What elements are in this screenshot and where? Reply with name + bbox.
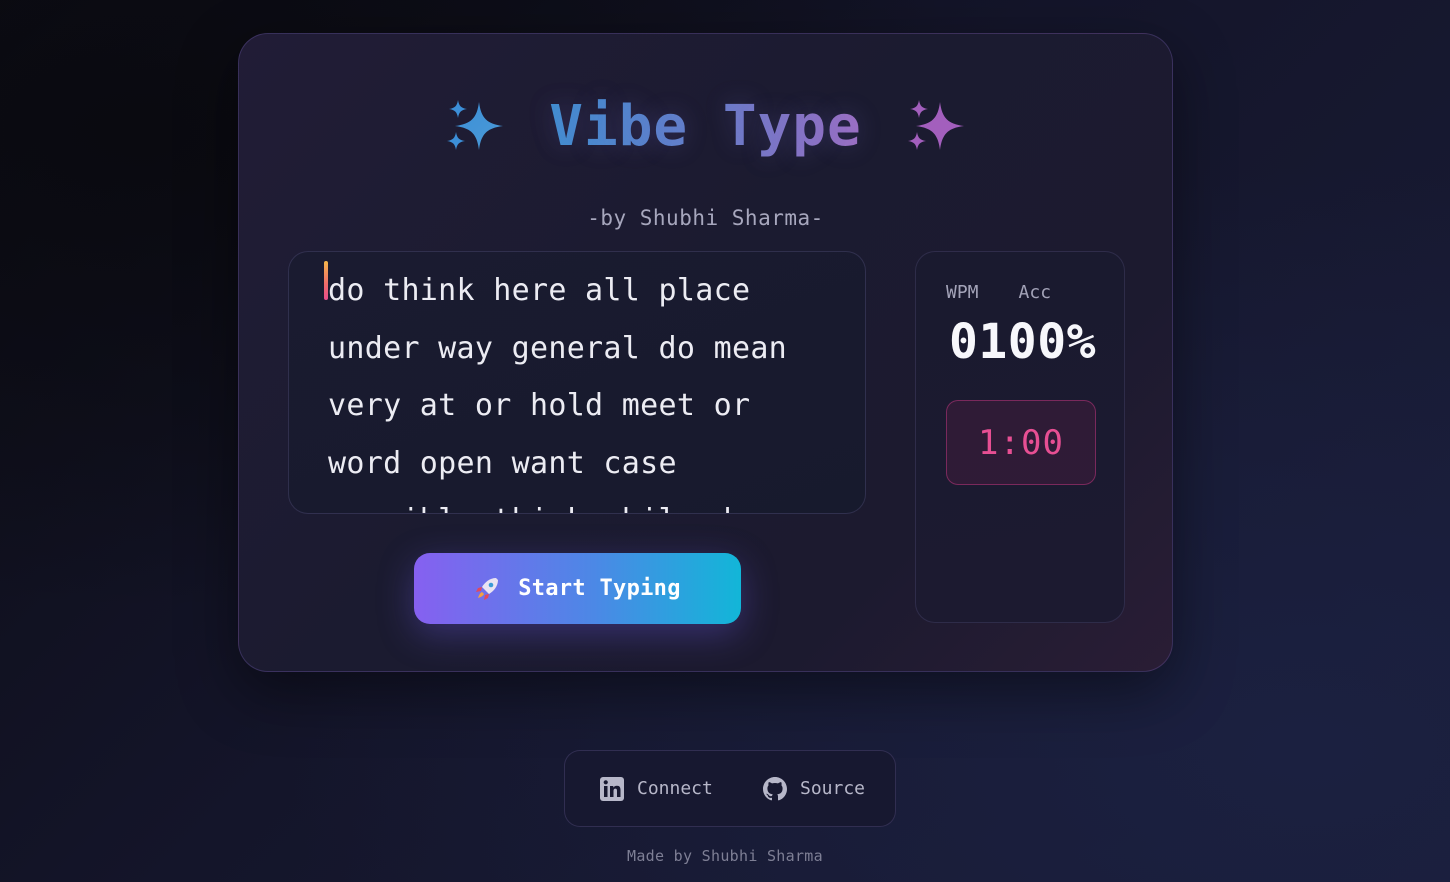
accuracy-label: Acc: [1018, 282, 1052, 303]
app-title: Vibe Type: [549, 93, 862, 159]
sparkles-icon: [447, 100, 504, 150]
timer-display: 1:00: [946, 400, 1096, 485]
made-by-credit: Made by Shubhi Sharma: [627, 847, 823, 865]
start-typing-label: Start Typing: [518, 576, 681, 601]
stat-values: 0 100%: [949, 314, 1096, 370]
wpm-label: WPM: [946, 282, 979, 303]
github-label: Source: [800, 778, 866, 799]
main-card: Vibe Type -by Shubhi Sharma- do think he…: [238, 33, 1173, 672]
github-icon: [763, 776, 787, 800]
linkedin-icon: [600, 776, 624, 801]
stat-labels: WPM Acc: [946, 282, 1051, 303]
word-line: do think here all place: [328, 273, 751, 308]
word-line: under way general do mean: [328, 330, 788, 366]
word-line: word open want case: [328, 445, 677, 481]
word-list: do think here all place under way genera…: [328, 262, 828, 513]
footer-links: Connect Source: [564, 750, 896, 827]
title-row: Vibe Type: [239, 93, 1172, 159]
start-typing-button[interactable]: Start Typing: [414, 553, 741, 624]
word-line: very at or hold meet or: [328, 388, 751, 423]
wpm-value: 0: [949, 314, 979, 370]
linkedin-connect-link[interactable]: Connect: [599, 776, 713, 802]
word-line: possible think while day: [328, 492, 828, 513]
stats-panel: WPM Acc 0 100% 1:00: [915, 251, 1125, 623]
sparkles-icon: [907, 100, 964, 150]
github-source-link[interactable]: Source: [762, 776, 865, 802]
subtitle: -by Shubhi Sharma-: [587, 206, 824, 230]
accuracy-value: 100%: [978, 314, 1096, 370]
typing-area[interactable]: do think here all place under way genera…: [288, 251, 866, 514]
rocket-icon: [476, 577, 499, 600]
linkedin-label: Connect: [637, 778, 713, 799]
